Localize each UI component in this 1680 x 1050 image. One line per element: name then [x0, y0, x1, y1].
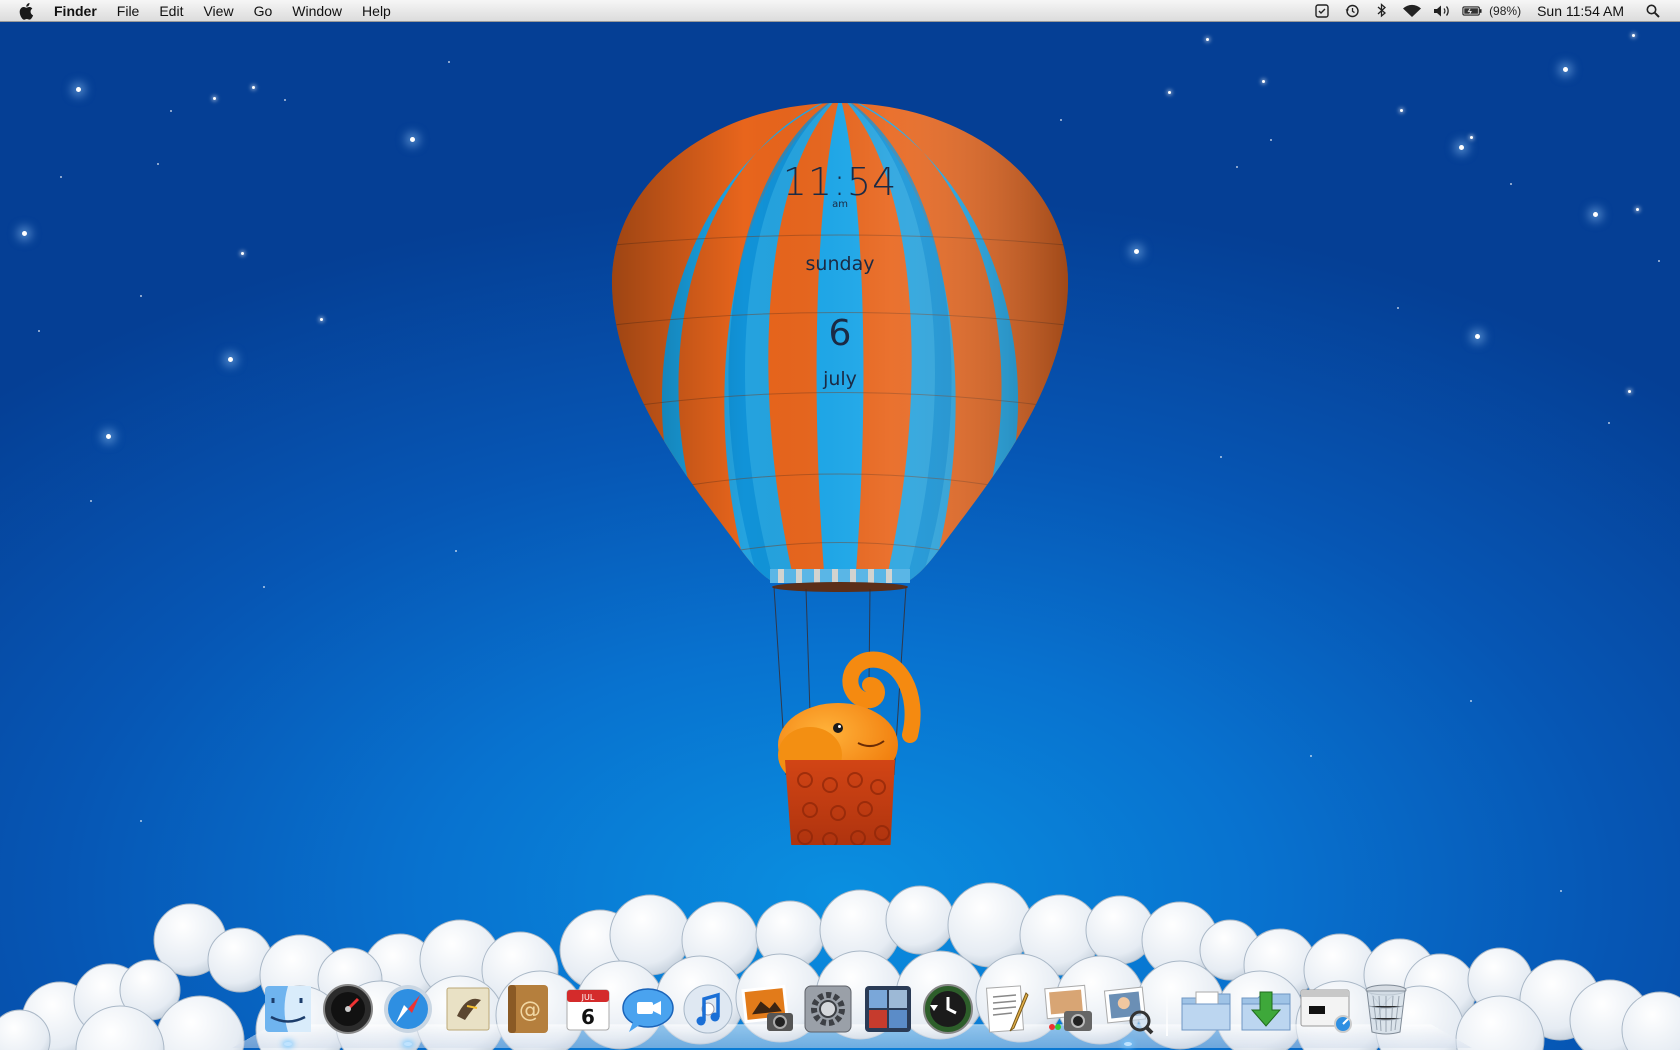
menu-go[interactable]: Go — [244, 0, 283, 22]
apple-menu-icon[interactable] — [16, 0, 38, 22]
menu-file[interactable]: File — [107, 0, 150, 22]
battery-icon[interactable] — [1462, 3, 1482, 19]
volume-icon[interactable] — [1432, 3, 1452, 19]
battery-percentage: (98%) — [1489, 3, 1522, 18]
widget-weekday: sunday — [805, 253, 875, 275]
menu-edit[interactable]: Edit — [149, 0, 193, 22]
widget-date: 6 — [828, 313, 852, 354]
svg-text:@: @ — [519, 998, 541, 1023]
dashboard-icon[interactable] — [321, 982, 375, 1036]
widget-month: july — [823, 368, 857, 390]
menu-view[interactable]: View — [193, 0, 243, 22]
menu-app-finder[interactable]: Finder — [48, 0, 107, 22]
menubar-clock[interactable]: Sun 11:54 AM — [1537, 3, 1624, 19]
trash-icon[interactable] — [1359, 982, 1413, 1036]
ichat-icon[interactable] — [621, 982, 675, 1036]
address-book-icon[interactable]: @ — [501, 982, 555, 1036]
textedit-icon[interactable] — [981, 982, 1035, 1036]
time-machine-icon[interactable] — [921, 982, 975, 1036]
wifi-icon[interactable] — [1402, 3, 1422, 19]
finder-icon[interactable] — [261, 982, 315, 1046]
dock: @ JUL 6 — [258, 972, 1416, 1046]
menu-bar: Finder File Edit View Go Window Help (98… — [0, 0, 1680, 22]
widget-ampm: am — [832, 199, 848, 210]
spotlight-icon[interactable] — [1643, 3, 1663, 19]
desktop[interactable]: Finder File Edit View Go Window Help (98… — [0, 0, 1680, 1050]
ical-month: JUL — [581, 993, 595, 1002]
mail-icon[interactable] — [441, 982, 495, 1036]
ical-icon[interactable]: JUL 6 — [561, 982, 615, 1036]
widget-time: 11:54 — [782, 160, 898, 204]
documents-stack-icon[interactable] — [1179, 982, 1233, 1036]
spaces-icon[interactable] — [861, 982, 915, 1036]
time-machine-clock-icon[interactable] — [1342, 3, 1362, 19]
itunes-icon[interactable] — [681, 982, 735, 1036]
menu-window[interactable]: Window — [282, 0, 352, 22]
window-stack-icon[interactable] — [1299, 982, 1353, 1036]
photo-booth-icon[interactable] — [1041, 982, 1095, 1036]
time-machine-status-icon[interactable] — [1312, 3, 1332, 19]
iphoto-icon[interactable] — [741, 982, 795, 1036]
menu-help[interactable]: Help — [352, 0, 401, 22]
system-preferences-icon[interactable] — [801, 982, 855, 1036]
dock-separator — [1166, 980, 1168, 1036]
bluetooth-icon[interactable] — [1372, 3, 1392, 19]
ical-day: 6 — [581, 1005, 595, 1029]
preview-icon[interactable] — [1101, 982, 1155, 1046]
safari-icon[interactable] — [381, 982, 435, 1046]
downloads-stack-icon[interactable] — [1239, 982, 1293, 1036]
